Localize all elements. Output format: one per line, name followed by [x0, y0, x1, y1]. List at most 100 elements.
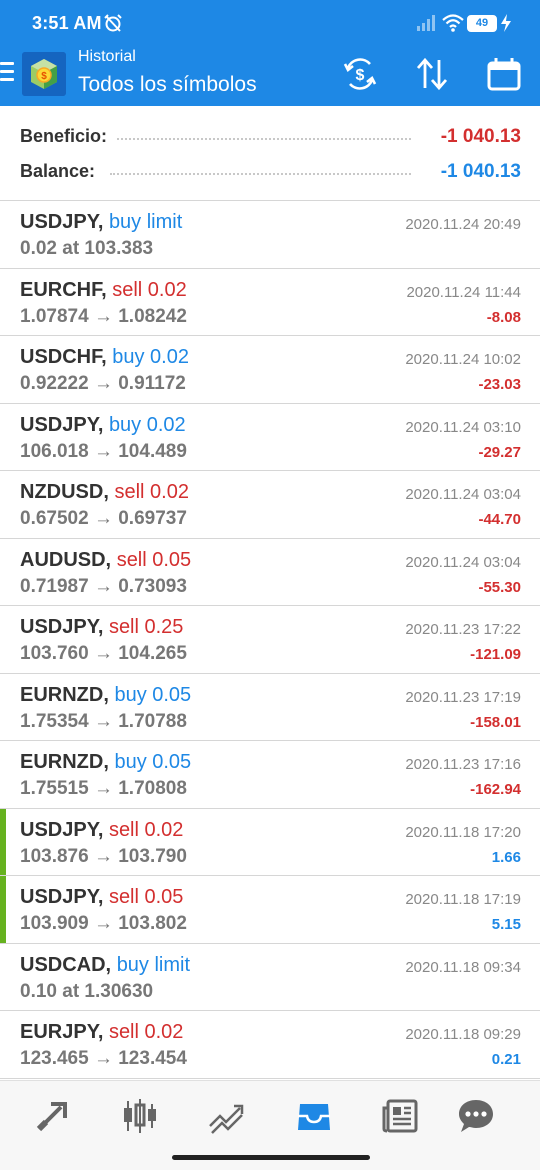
- profit-row: Beneficio: -1 040.13: [20, 126, 521, 150]
- calendar-icon[interactable]: [484, 54, 524, 94]
- order-datetime: 2020.11.24 10:02: [405, 351, 521, 368]
- order-symbol: EURNZD,: [20, 683, 109, 706]
- order-title: USDJPY, sell 0.05: [20, 886, 183, 909]
- order-symbol: NZDUSD,: [20, 481, 109, 503]
- history-icon[interactable]: [294, 1096, 334, 1136]
- list-item[interactable]: USDJPY, sell 0.05 103.909 → 103.802 2020.1…: [0, 876, 540, 944]
- order-prices: 0.92222 → 0.91172: [20, 373, 186, 394]
- order-profit: -29.27: [478, 443, 521, 461]
- order-prices: 0.02 at 103.383: [20, 238, 154, 259]
- list-item[interactable]: EURNZD, buy 0.05 1.75515 → 1.70808 2020.11…: [0, 741, 540, 809]
- dotted-leader: [110, 173, 411, 175]
- chart-icon[interactable]: [120, 1096, 160, 1136]
- currency-exchange-icon[interactable]: $: [340, 54, 380, 94]
- alarm-off-icon: [104, 14, 122, 32]
- order-datetime: 2020.11.18 09:29: [405, 1026, 521, 1043]
- trade-icon[interactable]: [206, 1096, 246, 1136]
- toolbar-title[interactable]: Todos los símbolos: [78, 73, 257, 97]
- order-symbol: USDJPY,: [20, 818, 104, 841]
- list-item[interactable]: EURNZD, buy 0.05 1.75354 → 1.70788 2020.11…: [0, 673, 540, 741]
- order-profit: -158.01: [470, 713, 521, 731]
- order-title: NZDUSD, sell 0.02: [20, 481, 189, 504]
- list-item[interactable]: USDJPY, buy 0.02 106.018 → 104.489 2020.11…: [0, 403, 540, 471]
- signal-icon: [417, 15, 435, 31]
- order-prices: 103.876 → 103.790: [20, 845, 187, 867]
- order-type: buy 0.02: [108, 413, 186, 436]
- account-summary: Beneficio: -1 040.13 Balance: -1 040.13: [0, 106, 540, 201]
- order-datetime: 2020.11.18 09:34: [405, 958, 521, 976]
- order-prices: 1.07874 → 1.08242: [20, 305, 187, 327]
- order-prices: 106.018 → 104.489: [20, 440, 187, 462]
- order-profit: 0.21: [491, 1051, 521, 1068]
- order-title: EURNZD, buy 0.05: [20, 751, 191, 774]
- messages-icon[interactable]: [456, 1096, 496, 1136]
- history-list[interactable]: USDJPY, buy limit 0.02 at 103.383 2020.11.…: [0, 201, 540, 1079]
- order-profit: 5.15: [491, 916, 521, 933]
- metatrader-logo[interactable]: $: [22, 52, 66, 96]
- order-type: buy limit: [116, 953, 191, 976]
- order-datetime: 2020.11.23 17:19: [405, 688, 521, 706]
- order-prices: 0.71987 → 0.73093: [20, 575, 187, 597]
- order-type: sell 0.25: [108, 616, 184, 638]
- list-item[interactable]: USDCHF, buy 0.02 0.92222 → 0.91172 2020.11…: [0, 336, 540, 404]
- order-profit: -8.08: [486, 308, 521, 326]
- list-item[interactable]: EURCHF, sell 0.02 1.07874 → 1.08242 2020.1…: [0, 268, 540, 336]
- sort-icon[interactable]: [412, 54, 452, 94]
- order-datetime: 2020.11.24 11:44: [406, 283, 521, 301]
- order-symbol: EURNZD,: [20, 751, 109, 773]
- order-prices: 0.10 at 1.30630: [20, 980, 154, 1002]
- quotes-icon[interactable]: [34, 1096, 74, 1136]
- list-item[interactable]: USDJPY, sell 0.02 103.876 → 103.790 2020.1…: [0, 808, 540, 876]
- order-datetime: 2020.11.24 20:49: [405, 216, 521, 233]
- order-title: USDCHF, buy 0.02: [20, 346, 189, 369]
- profit-value: -1 040.13: [434, 126, 521, 148]
- svg-text:$: $: [356, 67, 365, 84]
- balance-value: -1 040.13: [434, 161, 521, 183]
- profit-label: Beneficio:: [20, 126, 116, 147]
- battery-icon: 49: [467, 15, 497, 32]
- order-symbol: EURCHF,: [20, 278, 107, 301]
- balance-label: Balance:: [20, 161, 104, 182]
- order-title: EURCHF, sell 0.02: [20, 279, 187, 302]
- list-item[interactable]: USDJPY, buy limit 0.02 at 103.383 2020.11.…: [0, 201, 540, 269]
- order-prices: 103.760 → 104.265: [20, 643, 187, 664]
- charging-icon: [501, 14, 511, 32]
- order-symbol: USDCAD,: [20, 953, 112, 976]
- list-item[interactable]: AUDUSD, sell 0.05 0.71987 → 0.73093 2020.1…: [0, 538, 540, 606]
- order-datetime: 2020.11.24 03:04: [405, 553, 521, 571]
- order-title: USDJPY, sell 0.02: [20, 819, 183, 842]
- svg-text:$: $: [41, 71, 47, 82]
- bottom-navigation: [0, 1080, 540, 1170]
- wifi-icon: [442, 14, 464, 32]
- news-icon[interactable]: [380, 1096, 420, 1136]
- list-item[interactable]: USDCAD, buy limit 0.10 at 1.30630 2020.11.…: [0, 943, 540, 1011]
- order-symbol: EURJPY,: [20, 1021, 104, 1043]
- order-symbol: USDJPY,: [20, 211, 104, 233]
- order-datetime: 2020.11.24 03:04: [405, 486, 521, 503]
- order-datetime: 2020.11.24 03:10: [405, 418, 521, 436]
- order-title: AUDUSD, sell 0.05: [20, 549, 191, 572]
- order-type: buy 0.05: [114, 751, 192, 773]
- order-profit: -23.03: [478, 376, 521, 393]
- order-type: buy 0.05: [114, 683, 192, 706]
- menu-icon[interactable]: [0, 62, 14, 84]
- order-type: sell 0.02: [108, 818, 184, 841]
- order-datetime: 2020.11.18 17:20: [405, 823, 521, 841]
- status-time: 3:51 AM: [32, 13, 102, 33]
- home-indicator[interactable]: [172, 1155, 370, 1160]
- order-type: buy 0.02: [112, 346, 189, 368]
- order-prices: 1.75515 → 1.70808: [20, 778, 187, 799]
- order-prices: 103.909 → 103.802: [20, 913, 187, 934]
- order-profit: -121.09: [470, 646, 521, 663]
- list-item[interactable]: NZDUSD, sell 0.02 0.67502 → 0.69737 2020.1…: [0, 471, 540, 539]
- list-item[interactable]: USDJPY, sell 0.25 103.760 → 104.265 2020.1…: [0, 606, 540, 674]
- order-profit: 1.66: [491, 848, 521, 866]
- order-symbol: AUDUSD,: [20, 548, 112, 571]
- order-type: sell 0.05: [108, 886, 184, 908]
- list-item[interactable]: EURJPY, sell 0.02 123.465 → 123.454 2020.1…: [0, 1011, 540, 1079]
- order-profit: -162.94: [470, 781, 521, 798]
- order-datetime: 2020.11.23 17:22: [405, 621, 521, 638]
- status-bar: 3:51 AM 49: [0, 0, 540, 46]
- order-type: sell 0.05: [116, 548, 192, 571]
- order-title: EURNZD, buy 0.05: [20, 684, 191, 707]
